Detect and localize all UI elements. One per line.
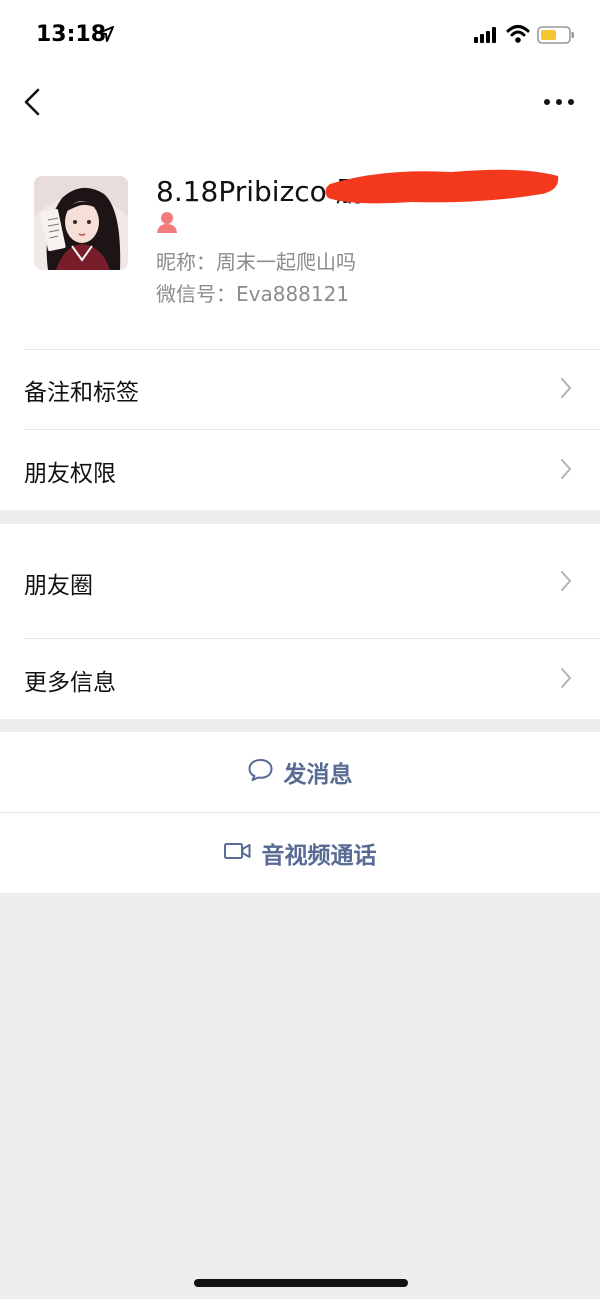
chat-bubble-icon (248, 758, 274, 786)
avatar[interactable] (34, 176, 128, 270)
more-options-button[interactable] (536, 90, 580, 114)
more-info-row[interactable]: 更多信息 (0, 639, 600, 719)
send-message-label: 发消息 (283, 762, 353, 788)
chevron-right-icon (560, 667, 572, 693)
nav-bar (0, 70, 600, 136)
video-camera-icon (224, 841, 252, 865)
chevron-right-icon (560, 458, 572, 484)
home-indicator (194, 1279, 408, 1287)
wifi-icon (506, 24, 530, 48)
remarks-tags-row[interactable]: 备注和标签 (0, 349, 600, 429)
wechat-id: 微信号：Eva888121 (156, 282, 350, 306)
status-time: 13:18 (36, 22, 107, 47)
moments-row[interactable]: 朋友圈 (0, 524, 600, 638)
profile-header: 8.18Pribizco 朋 昵称：周末一起爬山吗 微信号：Eva888121 (0, 136, 600, 349)
battery-icon (537, 25, 575, 49)
cellular-signal-icon (474, 27, 498, 47)
more-info-label: 更多信息 (24, 670, 116, 696)
friend-permissions-label: 朋友权限 (24, 461, 116, 487)
av-call-button[interactable]: 音视频通话 (0, 813, 600, 893)
status-bar: 13:18 (0, 0, 600, 70)
chevron-right-icon (560, 570, 572, 596)
remarks-tags-label: 备注和标签 (24, 380, 139, 406)
location-arrow-icon (98, 26, 114, 46)
more-dots-icon (544, 99, 574, 105)
chevron-left-icon (24, 88, 40, 116)
menu-group-1: 备注和标签 朋友权限 (0, 349, 600, 510)
av-call-label: 音视频通话 (261, 843, 377, 869)
female-gender-icon (156, 210, 178, 238)
back-button[interactable] (18, 84, 50, 120)
nickname: 昵称：周末一起爬山吗 (156, 250, 356, 274)
send-message-button[interactable]: 发消息 (0, 732, 600, 812)
redaction-mark (322, 164, 562, 212)
friend-permissions-row[interactable]: 朋友权限 (0, 430, 600, 510)
menu-group-2: 朋友圈 更多信息 (0, 524, 600, 719)
moments-label: 朋友圈 (24, 573, 93, 599)
chevron-right-icon (560, 377, 572, 403)
